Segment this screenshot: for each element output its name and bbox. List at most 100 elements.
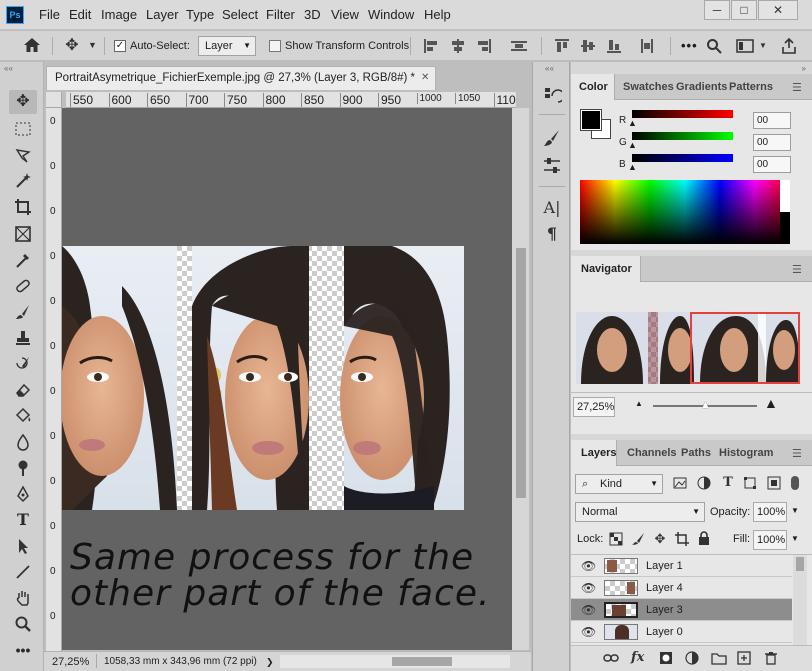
panel-menu-icon[interactable]: ☰ — [792, 81, 804, 94]
healing-brush-tool-icon[interactable] — [9, 274, 37, 298]
menu-view[interactable]: View — [331, 7, 359, 22]
align-center-icon[interactable] — [450, 38, 466, 54]
layer-name[interactable]: Layer 1 — [646, 555, 683, 577]
tab-channels[interactable]: Channels — [627, 447, 677, 459]
paint-bucket-tool-icon[interactable] — [9, 404, 37, 428]
menu-layer[interactable]: Layer — [146, 7, 179, 22]
chevron-down-icon[interactable]: ▼ — [88, 40, 97, 50]
photoshop-logo[interactable]: Ps — [6, 6, 24, 24]
home-icon[interactable] — [22, 37, 42, 55]
maximize-button[interactable]: □ — [731, 0, 757, 20]
canvas[interactable]: S 2 — [62, 108, 512, 650]
frame-tool-icon[interactable] — [9, 222, 37, 246]
share-icon[interactable] — [780, 37, 798, 55]
collapse-dock-icon[interactable]: «« — [545, 64, 554, 73]
filter-toggle[interactable] — [791, 476, 799, 490]
layer-row[interactable]: 👁 Layer 0 — [571, 621, 792, 643]
tab-navigator[interactable]: Navigator — [571, 256, 641, 282]
filter-type-icon[interactable]: T — [721, 475, 735, 490]
navigator-zoom-input[interactable]: 27,25% — [573, 397, 615, 417]
auto-select-checkbox[interactable]: ✓ — [114, 40, 126, 52]
menu-filter[interactable]: Filter — [266, 7, 295, 22]
zoom-out-icon[interactable]: ▲ — [635, 399, 643, 408]
fill-input[interactable]: 100% — [753, 530, 787, 550]
navigator-view-box[interactable] — [690, 312, 800, 384]
filter-shape-icon[interactable] — [743, 476, 757, 490]
new-layer-icon[interactable] — [737, 651, 751, 665]
trash-icon[interactable] — [764, 651, 778, 665]
eye-icon[interactable]: 👁 — [581, 621, 596, 643]
chevron-down-icon[interactable]: ▼ — [759, 41, 767, 50]
menu-type[interactable]: Type — [186, 7, 214, 22]
zoom-tool-icon[interactable] — [9, 612, 37, 636]
search-icon[interactable] — [706, 38, 722, 54]
ruler-origin[interactable] — [46, 92, 62, 108]
opacity-input[interactable]: 100% — [753, 502, 787, 522]
horizontal-scrollbar[interactable] — [280, 655, 510, 668]
magic-wand-tool-icon[interactable] — [9, 169, 37, 193]
eye-icon[interactable]: 👁 — [581, 555, 596, 577]
image-composition[interactable]: S 2 — [62, 246, 464, 510]
fx-icon[interactable]: fx — [631, 650, 644, 665]
align-right-icon[interactable] — [476, 38, 492, 54]
vertical-scrollbar[interactable] — [512, 108, 529, 650]
channel-r-handle[interactable]: ▲ — [628, 118, 637, 128]
layer-filter-dropdown[interactable]: ⌕ Kind ▼ — [575, 474, 663, 494]
line-tool-icon[interactable] — [9, 560, 37, 584]
layer-row[interactable]: 👁 Layer 1 — [571, 555, 792, 577]
menu-help[interactable]: Help — [424, 7, 451, 22]
spectrum-black-swatch[interactable] — [780, 212, 790, 244]
menu-file[interactable]: File — [39, 7, 60, 22]
navigator-zoom-handle[interactable]: ▲ — [700, 399, 711, 411]
channel-b-handle[interactable]: ▲ — [628, 162, 637, 172]
layer-name[interactable]: Layer 4 — [646, 577, 683, 599]
tab-paths[interactable]: Paths — [681, 447, 711, 459]
tab-color[interactable]: Color — [571, 74, 615, 100]
collapse-panels-icon[interactable]: » — [802, 64, 806, 73]
brush-settings-icon[interactable] — [542, 128, 562, 148]
spectrum-white-swatch[interactable] — [780, 180, 790, 212]
blend-mode-dropdown[interactable]: Normal ▼ — [575, 502, 705, 522]
lock-all-icon[interactable] — [697, 531, 711, 545]
history-panel-icon[interactable] — [542, 86, 565, 106]
align-left-icon[interactable] — [423, 38, 439, 54]
channel-g-slider[interactable] — [632, 132, 733, 140]
zoom-in-icon[interactable]: ▲ — [764, 395, 778, 411]
navigator-preview[interactable] — [576, 312, 800, 384]
menu-edit[interactable]: Edit — [69, 7, 91, 22]
move-tool-icon[interactable]: ✥ — [62, 36, 82, 56]
channel-g-handle[interactable]: ▲ — [628, 140, 637, 150]
brush-tool-icon[interactable] — [9, 300, 37, 324]
eye-icon[interactable]: 👁 — [581, 599, 596, 621]
link-icon[interactable] — [603, 651, 619, 665]
scroll-thumb[interactable] — [516, 248, 526, 498]
panel-menu-icon[interactable]: ☰ — [792, 263, 804, 276]
channel-b-input[interactable]: 00 — [753, 156, 791, 173]
adjustments-icon[interactable] — [542, 156, 562, 176]
menu-select[interactable]: Select — [222, 7, 258, 22]
tab-swatches[interactable]: Swatches — [623, 81, 674, 93]
channel-g-input[interactable]: 00 — [753, 134, 791, 151]
stamp-tool-icon[interactable] — [9, 326, 37, 350]
lock-artboard-icon[interactable] — [675, 532, 689, 546]
pen-tool-icon[interactable] — [9, 482, 37, 506]
status-menu-arrow[interactable]: ❯ — [266, 653, 274, 671]
lock-position-icon[interactable]: ✥ — [653, 532, 667, 546]
foreground-color-swatch[interactable] — [580, 109, 602, 131]
eye-icon[interactable]: 👁 — [581, 577, 596, 599]
tab-patterns[interactable]: Patterns — [729, 81, 773, 93]
paragraph-panel-icon[interactable]: ¶ — [542, 224, 562, 244]
close-window-button[interactable]: ✕ — [758, 0, 798, 20]
menu-window[interactable]: Window — [368, 7, 414, 22]
status-zoom[interactable]: 27,25% — [52, 653, 89, 671]
filter-pixel-icon[interactable] — [673, 476, 687, 490]
folder-icon[interactable] — [711, 651, 727, 665]
lasso-tool-icon[interactable] — [9, 143, 37, 167]
workspace-icon[interactable] — [736, 38, 754, 54]
eraser-tool-icon[interactable] — [9, 378, 37, 402]
distribute-icon[interactable] — [510, 38, 528, 54]
tab-gradients[interactable]: Gradients — [676, 81, 727, 93]
color-spectrum[interactable] — [579, 179, 790, 244]
panel-menu-icon[interactable]: ☰ — [792, 447, 804, 460]
dodge-tool-icon[interactable] — [9, 456, 37, 480]
